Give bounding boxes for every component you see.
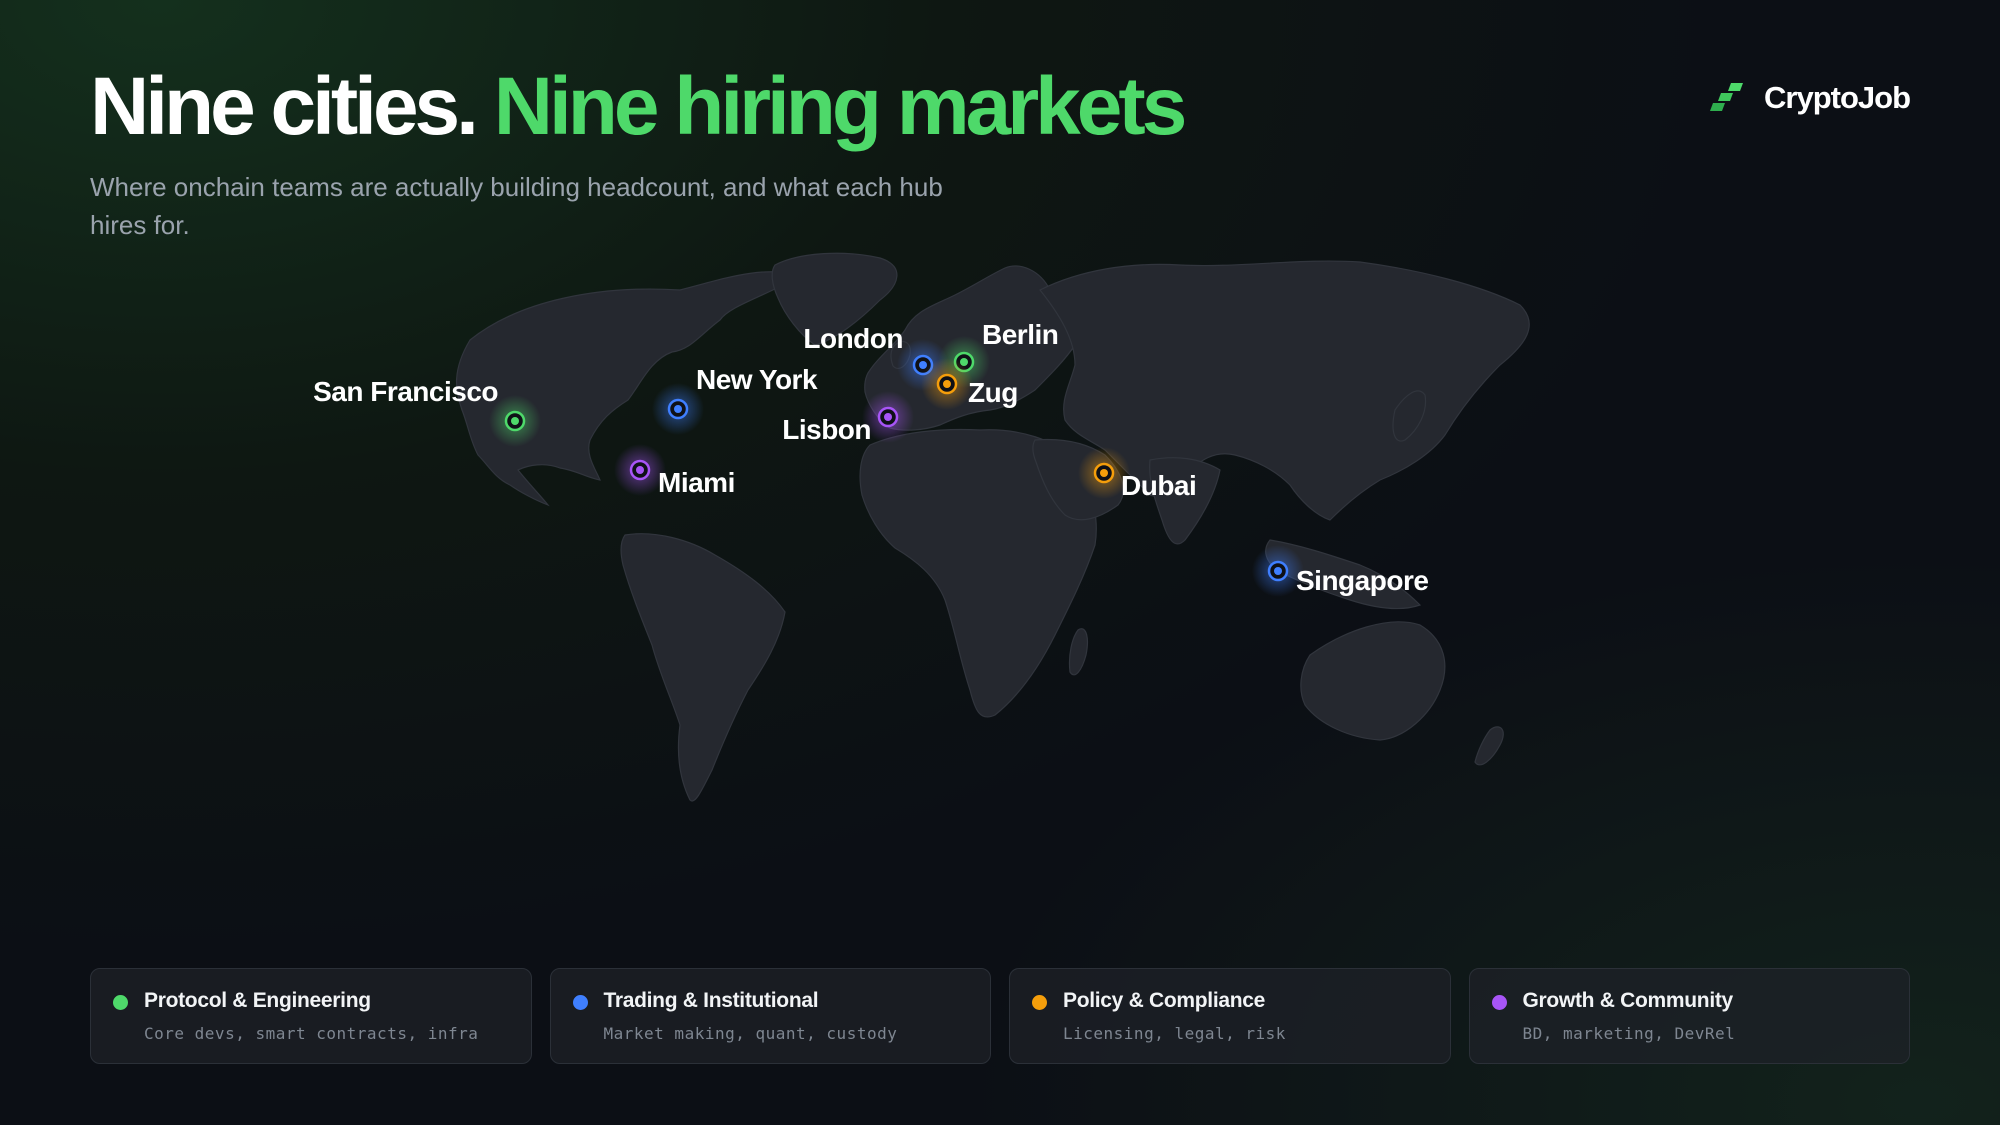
legend-title: Protocol & Engineering <box>144 989 371 1012</box>
legend-description: Market making, quant, custody <box>603 1024 898 1043</box>
legend-dot-growth <box>1491 995 1507 1010</box>
legend-dot-trading <box>572 995 588 1010</box>
category-legend: Protocol & Engineering Core devs, smart … <box>90 968 1910 1064</box>
legend-description: BD, marketing, DevRel <box>1522 1024 1736 1043</box>
city-label-london: London <box>803 323 903 354</box>
legend-item-policy: Policy & Compliance Licensing, legal, ri… <box>1009 968 1451 1064</box>
legend-description: Core devs, smart contracts, infra <box>144 1024 479 1043</box>
city-label-lisbon: Lisbon <box>782 414 871 445</box>
city-label-miami: Miami <box>658 467 735 498</box>
legend-title: Policy & Compliance <box>1063 989 1266 1012</box>
legend-title: Growth & Community <box>1522 989 1734 1012</box>
city-label-new-york: New York <box>696 364 818 395</box>
world-map: San Francisco New York Miami London Berl… <box>313 252 1530 802</box>
city-label-san-francisco: San Francisco <box>313 376 498 407</box>
madagascar-shape <box>1068 628 1089 676</box>
city-marker-miami[interactable]: Miami <box>614 444 735 498</box>
city-marker-singapore[interactable]: Singapore <box>1252 545 1429 597</box>
legend-item-growth: Growth & Community BD, marketing, DevRel <box>1468 968 1910 1064</box>
legend-dot-protocol <box>113 995 128 1010</box>
legend-description: Licensing, legal, risk <box>1063 1024 1286 1043</box>
legend-dot-policy <box>1032 995 1047 1010</box>
city-label-zug: Zug <box>968 377 1018 408</box>
legend-item-protocol: Protocol & Engineering Core devs, smart … <box>90 968 532 1064</box>
city-label-singapore: Singapore <box>1296 565 1428 596</box>
city-marker-lisbon[interactable]: Lisbon <box>782 391 914 445</box>
new-zealand-shape <box>1474 726 1504 766</box>
south-america-shape <box>620 533 786 802</box>
city-label-berlin: Berlin <box>982 319 1058 350</box>
australia-shape <box>1300 621 1446 741</box>
legend-title: Trading & Institutional <box>603 989 819 1012</box>
city-label-dubai: Dubai <box>1121 470 1196 501</box>
legend-item-trading: Trading & Institutional Market making, q… <box>549 968 991 1064</box>
